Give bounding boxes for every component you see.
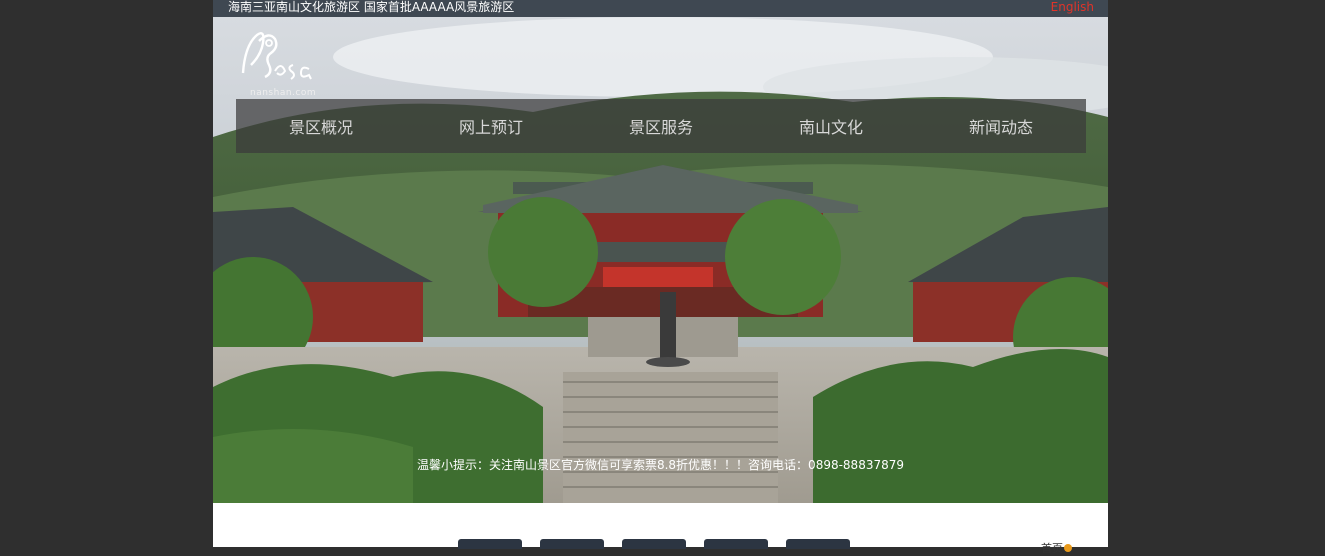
logo-site-text: nanshan.com [250, 88, 317, 98]
hero-banner: nanshan.com 景区概况 网上预订 景区服务 南山文化 新闻动态 温馨小… [213, 17, 1108, 503]
nav-item-news[interactable]: 新闻动态 [916, 99, 1086, 153]
page-wrapper: 海南三亚南山文化旅游区 国家首批AAAAA风景旅游区 English nansh… [213, 0, 1108, 555]
site-slogan: 海南三亚南山文化旅游区 国家首批AAAAA风景旅游区 [228, 0, 515, 14]
content-area: 首页 [213, 503, 1108, 555]
logo-mark [241, 32, 312, 80]
main-nav: 景区概况 网上预订 景区服务 南山文化 新闻动态 [236, 99, 1086, 153]
nav-item-culture[interactable]: 南山文化 [746, 99, 916, 153]
notice-banner: 温馨小提示：关注南山景区官方微信可享索票8.8折优惠！！！咨询电话：0898-8… [416, 458, 905, 472]
temple-photo [213, 17, 1108, 503]
quick-link-tile-5[interactable] [786, 539, 850, 549]
home-link-label: 首页 [1041, 542, 1063, 555]
top-bar: 海南三亚南山文化旅游区 国家首批AAAAA风景旅游区 English [213, 0, 1108, 17]
nav-item-booking[interactable]: 网上预订 [406, 99, 576, 153]
english-link[interactable]: English [1051, 0, 1094, 15]
nav-item-overview[interactable]: 景区概况 [236, 99, 406, 153]
quick-link-tile-3[interactable] [622, 539, 686, 549]
home-link[interactable]: 首页 [1041, 540, 1072, 556]
nav-item-services[interactable]: 景区服务 [576, 99, 746, 153]
quick-link-tile-4[interactable] [704, 539, 768, 549]
nanshan-logo[interactable]: nanshan.com [235, 25, 325, 98]
quick-link-tile-1[interactable] [458, 539, 522, 549]
home-dot-icon [1064, 544, 1072, 552]
quick-link-tile-2[interactable] [540, 539, 604, 549]
